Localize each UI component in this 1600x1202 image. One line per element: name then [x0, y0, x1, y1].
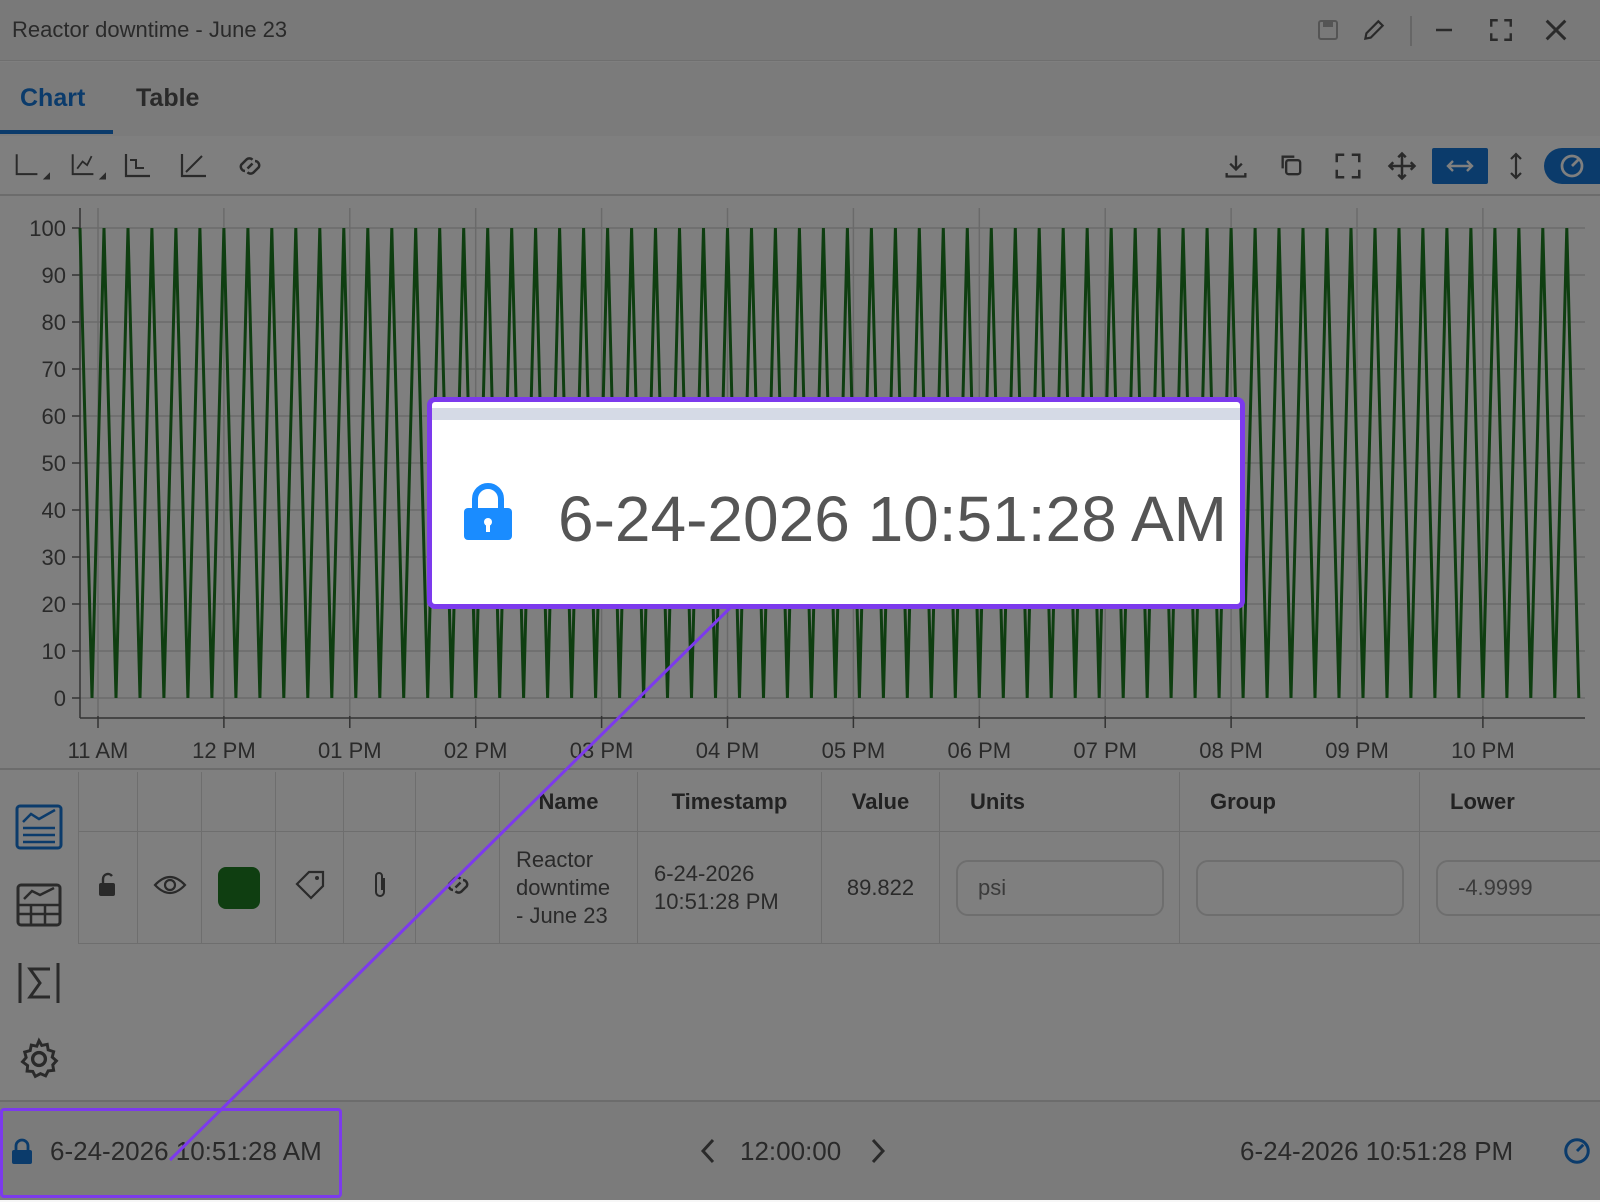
- callout-lock-icon: [462, 482, 514, 547]
- zoom-callout: 6-24-2026 10:51:28 AM: [427, 397, 1245, 609]
- callout-top-bar: [432, 408, 1240, 420]
- callout-start-time: 6-24-2026 10:51:28 AM: [558, 483, 1227, 555]
